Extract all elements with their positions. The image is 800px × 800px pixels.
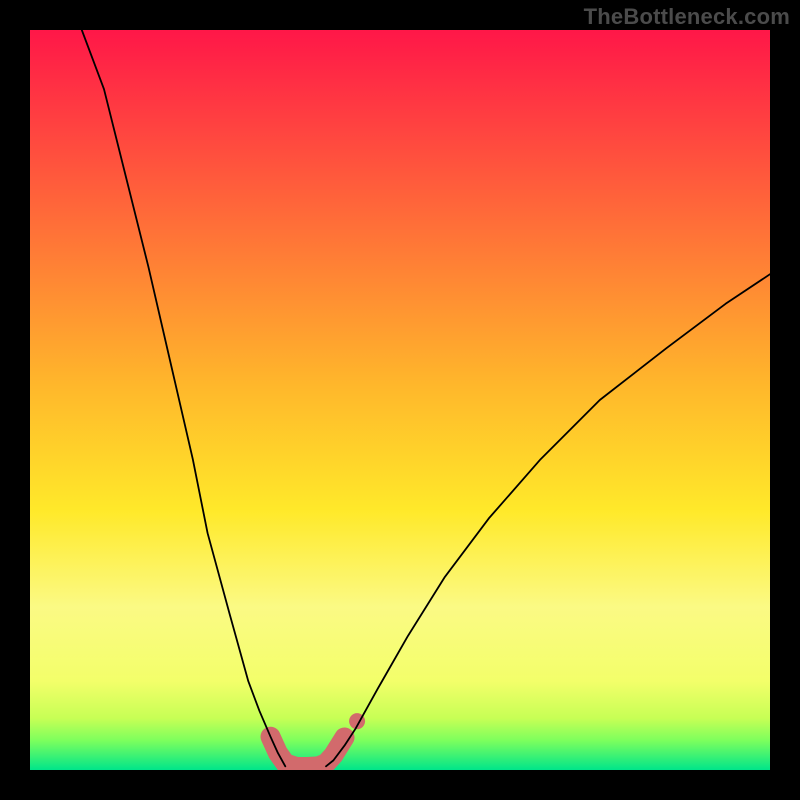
chart-frame: TheBottleneck.com [0, 0, 800, 800]
plot-area [30, 30, 770, 770]
bottleneck-chart [30, 30, 770, 770]
gradient-background [30, 30, 770, 770]
watermark-text: TheBottleneck.com [584, 4, 790, 30]
